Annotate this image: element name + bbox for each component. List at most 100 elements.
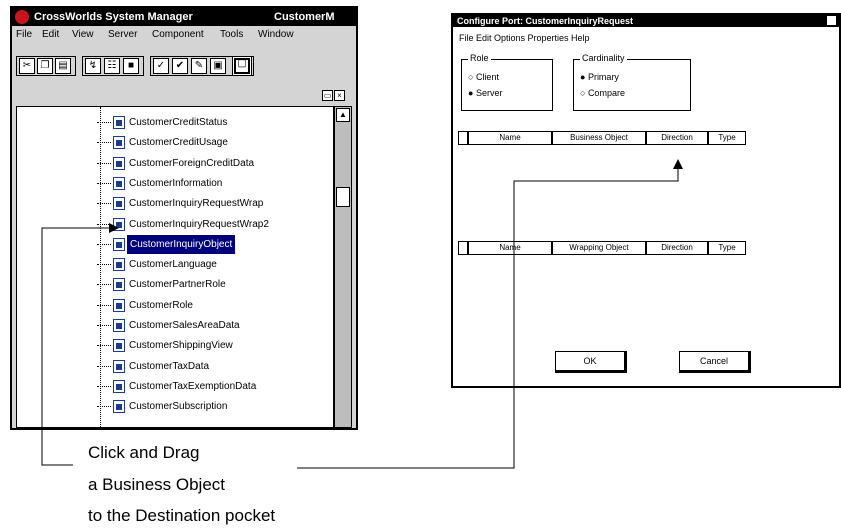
business-object-icon (113, 237, 125, 251)
paste-icon[interactable]: ▤ (55, 58, 71, 74)
business-object-icon (113, 278, 125, 292)
tree-branch (97, 162, 111, 164)
header-cell-blank (458, 241, 468, 255)
tree-item-label: CustomerLanguage (129, 259, 217, 271)
cardinality-primary-label: Primary (587, 72, 619, 82)
caption-line-3: to the Destination pocket (88, 506, 276, 525)
header-cell-direction[interactable]: Direction (646, 241, 708, 255)
close-icon[interactable] (827, 16, 836, 25)
role-client-label: Client (475, 72, 499, 82)
tree-item-label: CustomerSubscription (129, 401, 228, 413)
header-cell-type[interactable]: Type (708, 131, 746, 145)
window-title: CrossWorlds System Manager (34, 11, 193, 23)
header-cell-blank (458, 131, 468, 145)
tree-item-label: CustomerPartnerRole (129, 279, 226, 291)
tree-branch (97, 264, 111, 266)
tree-branch (97, 325, 111, 326)
tree-item-label: CustomerTaxData (129, 360, 210, 372)
tree-item-label: CustomerInformation (129, 177, 223, 189)
dialog-title-bar: Configure Port: CustomerInquiryRequest (453, 15, 839, 27)
tree-item-label: CustomerCreditUsage (129, 137, 228, 149)
menu-component[interactable]: Component (152, 26, 204, 44)
cardinality-caption: Cardinality (580, 53, 627, 63)
dialog-title: Configure Port: CustomerInquiryRequest (457, 16, 634, 26)
caption-line-2: a Business Object (88, 475, 226, 494)
business-object-icon (113, 116, 125, 129)
role-group: Role ○ Client ● Server (461, 53, 553, 111)
pane-header: ▭ × (12, 88, 356, 104)
scroll-thumb[interactable] (336, 187, 350, 207)
menu-tools[interactable]: Tools (220, 26, 243, 44)
menu-file[interactable]: File (16, 26, 32, 44)
close-pane-icon[interactable]: × (334, 90, 345, 101)
menu-bar: File Edit View Server Component Tools Wi… (12, 26, 356, 44)
tree-item-label: CustomerForeignCreditData (129, 157, 255, 169)
tree-scrollbar[interactable]: ▲ (334, 106, 352, 428)
tree-icon[interactable]: ☷ (104, 58, 120, 74)
tree-item-label: CustomerInquiryObject (127, 234, 236, 254)
check-icon[interactable]: ✓ (153, 58, 169, 74)
cardinality-compare-label: Compare (587, 88, 625, 98)
business-object-icon (113, 298, 125, 312)
document-icon[interactable]: ▣ (210, 58, 226, 74)
cut-icon[interactable]: ✂ (19, 58, 35, 74)
copy-icon[interactable]: ❐ (37, 58, 53, 74)
tree-branch (97, 284, 111, 286)
app-logo-icon (15, 10, 29, 24)
dialog-menu[interactable]: File Edit Options Properties Help (459, 33, 590, 43)
tree-branch (97, 304, 111, 306)
role-server-radio[interactable]: ● Server (468, 88, 502, 98)
cardinality-group: Cardinality ● Primary ○ Compare (573, 53, 691, 111)
business-object-icon (113, 197, 125, 211)
business-object-icon (113, 136, 125, 150)
business-object-icon (113, 258, 125, 272)
header-cell-wrapping-object[interactable]: Wrapping Object (552, 241, 646, 255)
tree-branch (97, 223, 111, 225)
header-cell-direction[interactable]: Direction (646, 131, 708, 145)
tree-branch (97, 142, 111, 144)
business-object-icon (113, 176, 125, 190)
cancel-button[interactable]: Cancel (679, 351, 751, 373)
menu-edit[interactable]: Edit (42, 26, 59, 44)
menu-view[interactable]: View (72, 26, 94, 44)
stop-icon[interactable]: ■ (123, 58, 139, 74)
business-object-icon (113, 156, 125, 170)
header-cell-name[interactable]: Name (468, 241, 552, 255)
tree-branch (97, 122, 111, 123)
configure-port-dialog: Configure Port: CustomerInquiryRequest F… (451, 13, 841, 388)
tree-branch (97, 243, 111, 245)
cardinality-compare-radio[interactable]: ○ Compare (580, 88, 625, 98)
menu-window[interactable]: Window (258, 26, 294, 44)
system-manager-window: CrossWorlds System Manager CustomerM Fil… (10, 6, 358, 430)
caption-line-1: Click and Drag (88, 443, 200, 462)
tree-item-label: CustomerShippingView (129, 340, 233, 352)
business-object-icon (113, 217, 125, 231)
business-object-tree: CustomerCreditStatus CustomerCreditUsage C… (16, 106, 334, 428)
edit-icon[interactable]: ✎ (191, 58, 207, 74)
tree-branch (97, 385, 111, 387)
scroll-up-icon[interactable]: ▲ (336, 108, 350, 122)
tree-guide-line (100, 107, 101, 427)
business-object-icon (113, 359, 125, 373)
header-cell-business-object[interactable]: Business Object (552, 131, 646, 145)
tree-item-label: CustomerCreditStatus (129, 117, 228, 128)
window-title-doc: CustomerM (274, 11, 335, 23)
menu-server[interactable]: Server (108, 26, 137, 44)
business-object-icon (113, 379, 125, 393)
title-bar: CrossWorlds System Manager CustomerM (12, 8, 356, 26)
tree-branch (97, 345, 111, 347)
business-object-icon (113, 400, 125, 414)
header-cell-name[interactable]: Name (468, 131, 552, 145)
tree-item-label: CustomerRole (129, 299, 193, 311)
restore-pane-icon[interactable]: ▭ (322, 90, 333, 101)
cardinality-primary-radio[interactable]: ● Primary (580, 72, 619, 82)
header-cell-type[interactable]: Type (708, 241, 746, 255)
check-all-icon[interactable]: ✔ (172, 58, 188, 74)
ok-button[interactable]: OK (555, 351, 627, 373)
tree-branch (97, 203, 111, 205)
toolbar: ✂ ❐ ▤ ↯ ☷ ■ ✓ ✔ ✎ ▣ ▢ (12, 44, 356, 84)
connect-icon[interactable]: ↯ (85, 58, 101, 74)
role-client-radio[interactable]: ○ Client (468, 72, 499, 82)
role-server-label: Server (475, 88, 503, 98)
window-icon[interactable]: ▢ (232, 56, 252, 76)
